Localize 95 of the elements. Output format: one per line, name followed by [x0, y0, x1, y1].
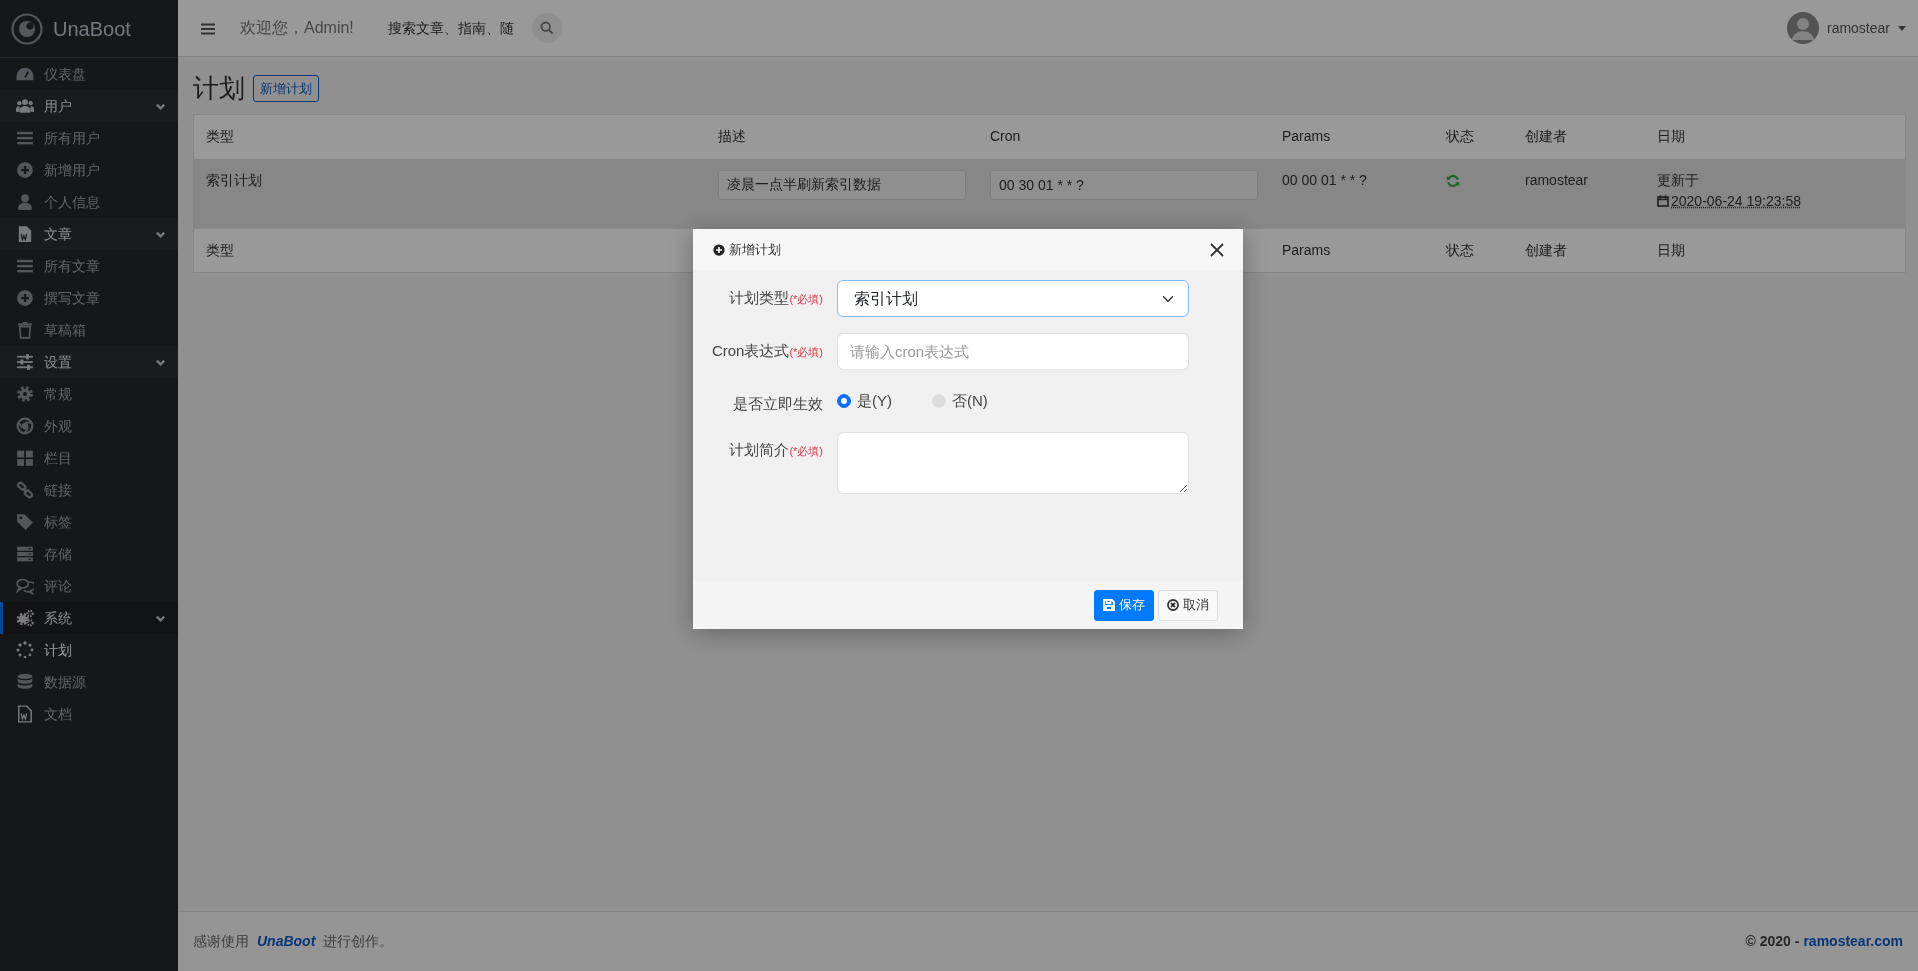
- column-header: 创建者: [1513, 115, 1645, 160]
- add-plan-button[interactable]: 新增计划: [253, 74, 319, 103]
- brand-name: UnaBoot: [53, 16, 131, 42]
- sidebar-group[interactable]: 设置: [0, 346, 178, 378]
- sidebar-item[interactable]: 存储: [0, 538, 178, 570]
- search-field[interactable]: 搜索文章、指南、随: [387, 17, 528, 39]
- cancel-button[interactable]: 取消: [1158, 589, 1218, 621]
- tag-icon: [16, 513, 34, 531]
- chat-icon: [16, 577, 34, 595]
- sidebar-item[interactable]: 标签: [0, 506, 178, 538]
- avatar: [1786, 12, 1819, 44]
- sidebar-item[interactable]: 仪表盘: [0, 58, 178, 90]
- sidebar-item[interactable]: 所有用户: [0, 122, 178, 154]
- floppy-icon: [1103, 599, 1115, 611]
- sidebar-item[interactable]: 评论: [0, 570, 178, 602]
- footer-text: 进行创作。: [323, 932, 394, 951]
- field-label: Cron表达式(*必填): [710, 341, 823, 361]
- search-icon: [539, 21, 554, 35]
- column-header: 状态: [1434, 228, 1513, 272]
- gears-icon: [16, 609, 34, 627]
- field-label: 是否立即生效: [732, 394, 823, 414]
- site-link[interactable]: ramostear.com: [1803, 931, 1903, 952]
- grid-icon: [16, 449, 34, 467]
- column-header: 状态: [1434, 115, 1513, 160]
- sidebar-item[interactable]: 所有文章: [0, 250, 178, 282]
- column-header: Params: [1270, 228, 1434, 272]
- person-icon: [16, 193, 34, 211]
- close-icon: [1209, 241, 1225, 258]
- database-icon: [16, 673, 34, 691]
- list-icon: [16, 257, 34, 275]
- sidebar-group[interactable]: 用户: [0, 90, 178, 122]
- column-header: 类型: [194, 228, 706, 272]
- sidebar-group[interactable]: 系统: [0, 602, 178, 634]
- column-header: Cron: [978, 115, 1270, 160]
- description-field[interactable]: 凌晨一点半刷新索引数据: [718, 169, 966, 200]
- link-icon: [16, 481, 34, 499]
- dialog-title: 新增计划: [729, 240, 781, 259]
- page-title: 计划: [193, 73, 245, 105]
- sidebar-item[interactable]: 新增用户: [0, 154, 178, 186]
- user-menu[interactable]: ramostear: [1786, 12, 1906, 44]
- list-icon: [16, 129, 34, 147]
- sidebar-item[interactable]: 计划: [0, 634, 178, 666]
- footer-text: 感谢使用: [193, 932, 249, 951]
- radio-button[interactable]: [837, 394, 851, 409]
- save-button[interactable]: 保存: [1094, 589, 1154, 621]
- option-label: 是(Y): [857, 391, 892, 411]
- copyright-text: © 2020 -: [1745, 932, 1800, 951]
- sidebar-item[interactable]: 草稿箱: [0, 314, 178, 346]
- sidebar-item[interactable]: 文档: [0, 698, 178, 730]
- document-icon: [16, 705, 34, 723]
- sidebar-item[interactable]: 个人信息: [0, 186, 178, 218]
- dots-icon: [16, 641, 34, 659]
- users-icon: [16, 97, 34, 115]
- column-header: 创建者: [1513, 228, 1645, 272]
- footer-link[interactable]: UnaBoot: [257, 931, 316, 952]
- sidebar-item[interactable]: 外观: [0, 410, 178, 442]
- sidebar-item[interactable]: 链接: [0, 474, 178, 506]
- plus-circle-icon: [713, 243, 725, 256]
- sliders-icon: [16, 353, 34, 371]
- field-label: 计划简介(*必填): [728, 439, 823, 460]
- greeting-text: 欢迎您，Admin!: [240, 18, 354, 38]
- cron-input[interactable]: 请输入cron表达式: [837, 333, 1189, 370]
- table-cell: 00 00 01 * * ?: [1270, 159, 1434, 229]
- column-header: 类型: [194, 115, 706, 160]
- sidebar-group[interactable]: 文章: [0, 218, 178, 250]
- gear-icon: [16, 385, 34, 403]
- sidebar-item[interactable]: 撰写文章: [0, 282, 178, 314]
- server-icon: [16, 545, 34, 563]
- table-cell: ramostear: [1513, 159, 1645, 229]
- date-label: 更新于: [1657, 170, 1700, 190]
- column-header: Params: [1270, 115, 1434, 160]
- logo-icon: [11, 12, 43, 45]
- trash-icon: [16, 321, 34, 339]
- column-header: 日期: [1645, 115, 1905, 160]
- gauge-icon: [16, 65, 34, 83]
- column-header: 日期: [1645, 228, 1905, 272]
- date-text: 2020-06-24 19:23:58: [1671, 191, 1801, 211]
- table-cell: 索引计划: [194, 159, 706, 229]
- cron-field[interactable]: 00 30 01 * * ?: [990, 169, 1258, 200]
- calendar-icon: [1657, 195, 1669, 208]
- option-label: 否(N): [952, 391, 988, 411]
- search-button[interactable]: [531, 13, 562, 43]
- sidebar-item[interactable]: 常规: [0, 378, 178, 410]
- plus-circle-icon: [16, 161, 34, 179]
- ring-icon: [16, 417, 34, 435]
- sidebar-item[interactable]: 栏目: [0, 442, 178, 474]
- plus-circle-icon: [16, 289, 34, 307]
- field-label: 计划类型(*必填): [728, 288, 823, 308]
- column-header: 描述: [706, 115, 978, 160]
- plan-type-select[interactable]: 索引计划: [837, 280, 1189, 317]
- document-icon: [16, 225, 34, 243]
- user-name: ramostear: [1826, 18, 1890, 38]
- sidebar-item[interactable]: 数据源: [0, 666, 178, 698]
- close-circle-icon: [1167, 599, 1179, 611]
- caret-icon: [1898, 25, 1906, 31]
